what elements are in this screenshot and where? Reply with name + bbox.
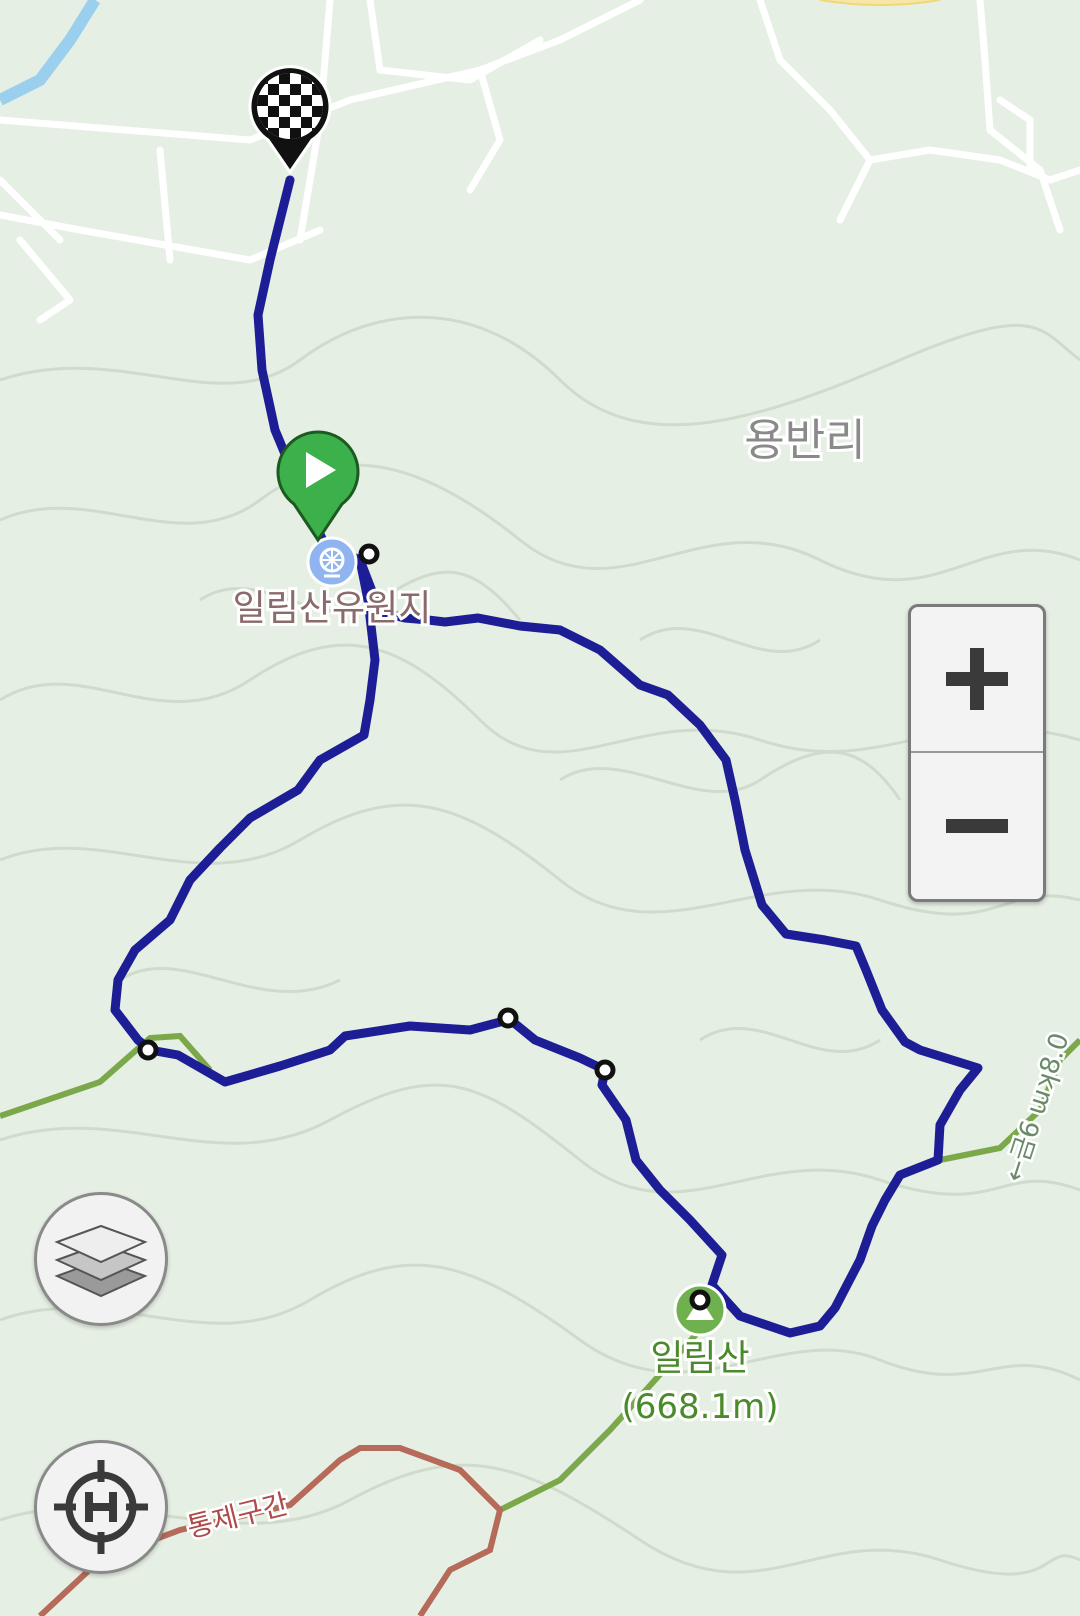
checkered-flag-icon [257, 73, 323, 139]
waypoint [358, 543, 380, 565]
locate-button[interactable] [34, 1440, 168, 1574]
zoom-control [908, 604, 1046, 902]
resort-label: 일림산유원지 [233, 588, 432, 629]
layers-button[interactable] [34, 1192, 168, 1326]
zoom-out-button[interactable] [911, 753, 1043, 899]
peak-name-label: 일림산 [650, 1338, 749, 1379]
waypoint [689, 1289, 711, 1311]
resort-icon[interactable] [306, 536, 358, 588]
waypoint [137, 1039, 159, 1061]
waypoint [497, 1007, 519, 1029]
peak-elevation-label: (668.1m) [622, 1387, 779, 1427]
waypoint [594, 1059, 616, 1081]
minus-icon [946, 819, 1008, 833]
plus-icon [946, 648, 1008, 710]
zoom-in-button[interactable] [911, 607, 1043, 753]
location-crosshair-icon [54, 1460, 148, 1554]
layers-icon [54, 1224, 148, 1298]
village-label: 용반리 [744, 415, 865, 466]
